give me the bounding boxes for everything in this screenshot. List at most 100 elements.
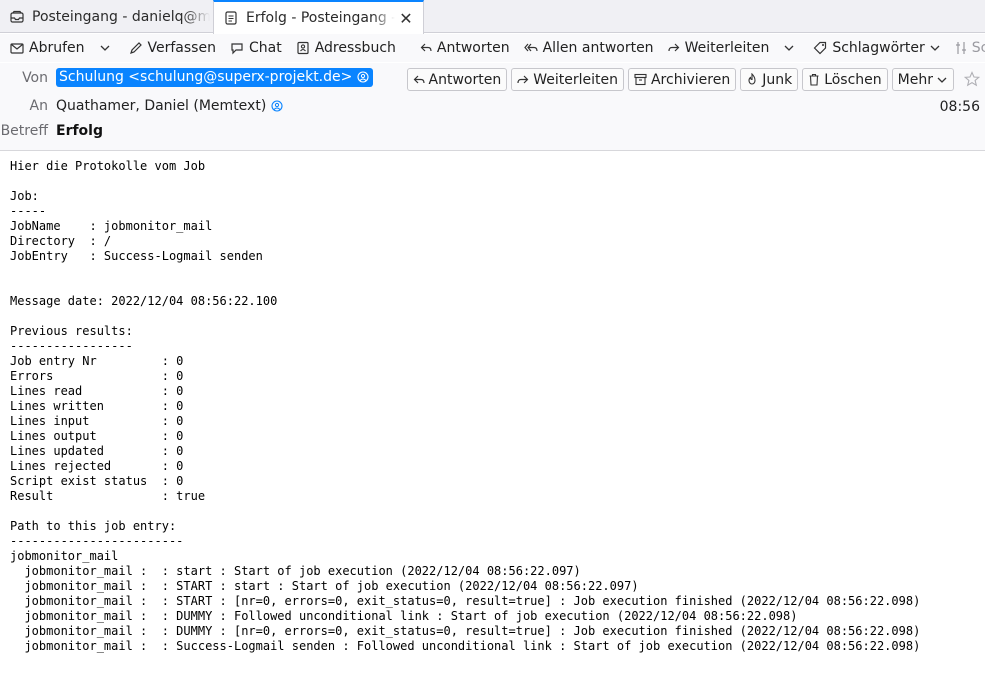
body-line: ------------------------: [10, 534, 184, 548]
contact-icon: [357, 71, 369, 83]
body-line: [10, 264, 980, 279]
body-line: Script exist status : 0: [10, 474, 184, 488]
header-forward-label: Weiterleiten: [533, 71, 618, 88]
body-line: JobEntry : Success-Logmail senden: [10, 249, 263, 263]
tags-label: Schlagwörter: [832, 40, 925, 56]
filter-icon: [955, 42, 966, 54]
close-icon[interactable]: ✕: [395, 7, 417, 29]
to-recipient-text: Quathamer, Daniel (Memtext): [56, 98, 267, 114]
to-recipient[interactable]: Quathamer, Daniel (Memtext): [56, 98, 283, 114]
compose-button[interactable]: Verfassen: [129, 36, 220, 60]
chevron-down-icon: [937, 77, 947, 83]
body-line: Job:: [10, 189, 39, 203]
inbox-icon: [10, 10, 24, 24]
archive-icon: [634, 73, 647, 86]
body-line: -----: [10, 204, 47, 218]
message-body: Hier die Protokolle vom Job Job: ----- Job…: [10, 159, 980, 654]
reply-all-label: Allen antworten: [542, 40, 654, 56]
to-row: An Quathamer, Daniel (Memtext): [0, 98, 283, 114]
body-line: jobmonitor_mail : : DUMMY : [nr=0, error…: [10, 624, 921, 638]
pencil-icon: [129, 42, 142, 54]
body-line: Lines written : 0: [10, 399, 184, 413]
reply-all-icon: [523, 43, 538, 52]
forward-button[interactable]: Weiterleiten: [667, 36, 774, 60]
more-label: Mehr: [897, 71, 933, 88]
body-line: Lines rejected : 0: [10, 459, 184, 473]
get-messages-button[interactable]: Abrufen: [10, 36, 89, 60]
body-line: Path to this job entry:: [10, 519, 177, 533]
tab-inbox[interactable]: Posteingang - danielq@m: [0, 0, 210, 33]
from-address-text: Schulung <schulung@superx-projekt.de>: [59, 69, 353, 85]
fire-icon: [748, 73, 756, 85]
body-line: JobName : jobmonitor_mail: [10, 219, 213, 233]
chat-label: Chat: [248, 40, 282, 56]
archive-button[interactable]: Archivieren: [627, 68, 737, 91]
message-time: 08:56: [939, 99, 980, 115]
from-address[interactable]: Schulung <schulung@superx-projekt.de>: [56, 68, 374, 87]
chat-button[interactable]: Chat: [230, 36, 286, 60]
chevron-down-icon: [930, 45, 940, 51]
header-reply-button[interactable]: Antworten: [406, 68, 508, 91]
body-line: jobmonitor_mail : : start : Start of job…: [10, 564, 581, 578]
contact-icon: [271, 100, 283, 112]
body-line: Lines input : 0: [10, 414, 184, 428]
compose-label: Verfassen: [147, 40, 216, 56]
delete-label: Löschen: [824, 71, 882, 88]
body-line: Job entry Nr : 0: [10, 354, 184, 368]
body-line: jobmonitor_mail : : Success-Logmail send…: [10, 639, 921, 653]
subject-value: Erfolg: [56, 123, 103, 139]
body-line: Lines output : 0: [10, 429, 184, 443]
tag-icon: [813, 41, 827, 55]
body-line: jobmonitor_mail : : DUMMY : Followed unc…: [10, 609, 798, 623]
body-line: Previous results:: [10, 324, 133, 338]
from-label: Von: [22, 69, 48, 86]
body-line: Directory : /: [10, 234, 112, 248]
reply-icon: [413, 75, 425, 83]
delete-button[interactable]: Löschen: [802, 68, 888, 91]
reply-all-button[interactable]: Allen antworten: [523, 36, 658, 60]
body-line: Message date: 2022/12/04 08:56:22.100: [10, 294, 278, 308]
tab-message[interactable]: Erfolg - Posteingang - ✕: [213, 0, 424, 34]
header-reply-label: Antworten: [428, 71, 502, 88]
body-line: [10, 279, 980, 294]
body-line: Lines updated : 0: [10, 444, 184, 458]
tags-button[interactable]: Schlagwörter: [813, 36, 944, 60]
body-line: [10, 174, 980, 189]
quick-filter-button[interactable]: Schnellf: [955, 36, 985, 60]
junk-label: Junk: [762, 71, 793, 88]
message-icon: [224, 11, 238, 25]
chat-icon: [231, 43, 243, 55]
junk-button[interactable]: Junk: [740, 68, 799, 91]
archive-label: Archivieren: [650, 71, 731, 88]
body-line: -----------------: [10, 339, 133, 353]
address-book-label: Adressbuch: [314, 40, 396, 56]
body-line: Lines read : 0: [10, 384, 184, 398]
forward-label: Weiterleiten: [684, 40, 770, 56]
from-row: Von Schulung <schulung@superx-projekt.de…: [0, 68, 374, 87]
to-label: An: [29, 98, 48, 114]
chevron-down-icon[interactable]: [783, 42, 795, 54]
reply-button[interactable]: Antworten: [420, 36, 514, 60]
reply-label: Antworten: [436, 40, 510, 56]
trash-icon: [809, 73, 819, 86]
subject-label: Betreff: [0, 123, 48, 139]
chevron-down-icon[interactable]: [99, 42, 111, 54]
more-button[interactable]: Mehr: [891, 68, 954, 91]
body-line: Errors : 0: [10, 369, 184, 383]
tab-strip: Posteingang - danielq@m Erfolg - Postein…: [0, 0, 985, 34]
body-line: jobmonitor_mail : : START : [nr=0, error…: [10, 594, 921, 608]
reply-icon: [420, 43, 432, 52]
tab-inbox-title: Posteingang - danielq@m: [32, 8, 210, 25]
body-line: [10, 504, 980, 519]
body-line: jobmonitor_mail : : START : start : Star…: [10, 579, 639, 593]
body-line: [10, 309, 980, 324]
download-mail-icon: [10, 43, 24, 54]
forward-icon: [517, 75, 529, 83]
star-icon[interactable]: [963, 71, 981, 91]
address-book-icon: [297, 41, 309, 55]
header-forward-button[interactable]: Weiterleiten: [511, 68, 624, 91]
get-messages-label: Abrufen: [29, 40, 85, 56]
header-buttons: Antworten Weiterleiten Archivieren Junk …: [403, 68, 954, 91]
body-line: Hier die Protokolle vom Job: [10, 159, 206, 173]
address-book-button[interactable]: Adressbuch: [296, 36, 400, 60]
